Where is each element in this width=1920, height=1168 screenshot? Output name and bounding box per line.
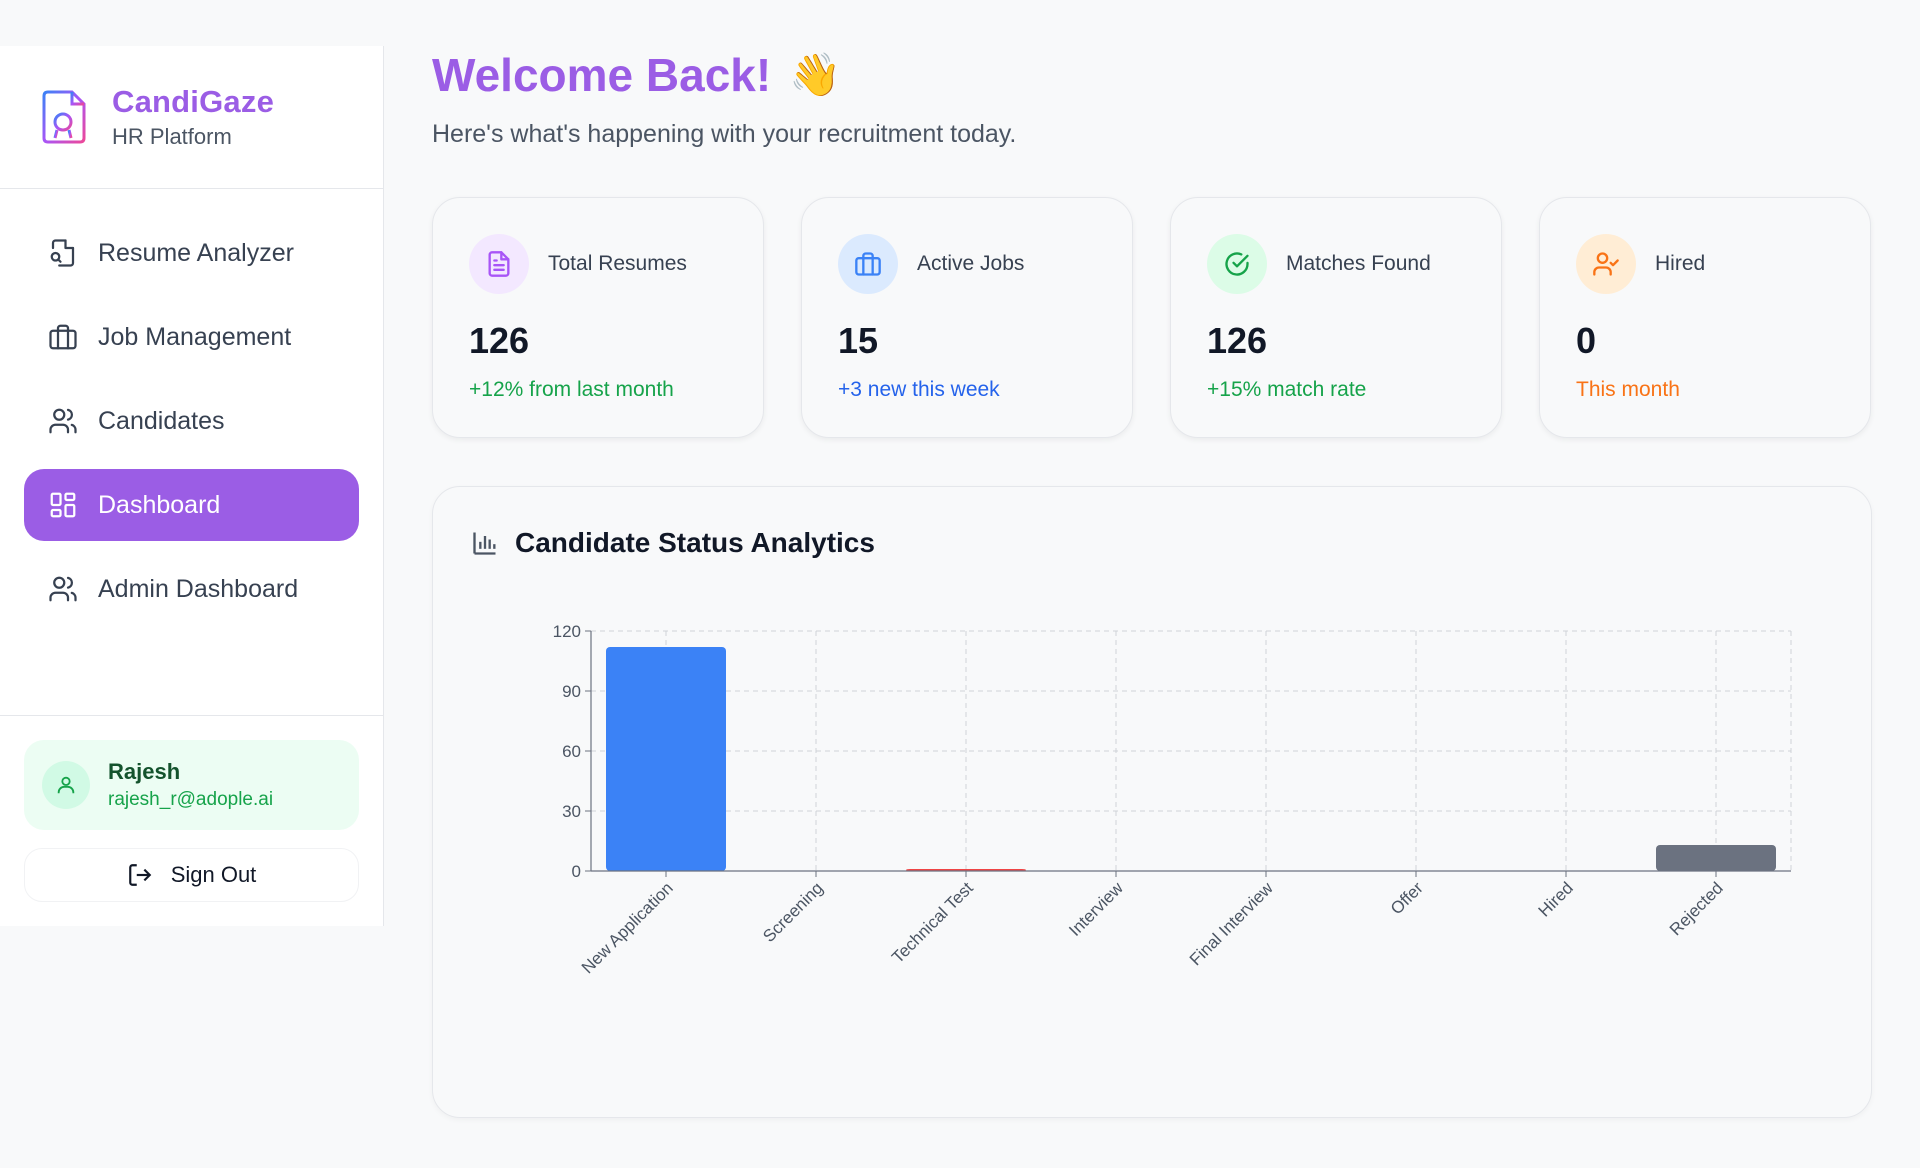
stats-row: Total Resumes 126 +12% from last month A… bbox=[432, 197, 1872, 438]
check-circle-icon bbox=[1225, 252, 1249, 276]
user-check-icon bbox=[1593, 252, 1619, 276]
y-tick-label: 120 bbox=[553, 622, 581, 641]
x-tick-label: Screening bbox=[759, 878, 827, 946]
logo-icon bbox=[42, 90, 86, 144]
welcome-header: Welcome Back! 👋 bbox=[432, 46, 1872, 104]
x-tick-label: Final Interview bbox=[1186, 878, 1277, 969]
stat-card-active-jobs: Active Jobs 15 +3 new this week bbox=[801, 197, 1133, 438]
sidebar-item-label: Dashboard bbox=[98, 490, 221, 519]
stat-value: 15 bbox=[838, 320, 879, 361]
sidebar-item-label: Candidates bbox=[98, 406, 225, 435]
sidebar: CandiGaze HR Platform Resume Analyzer Jo… bbox=[0, 46, 384, 926]
chart-card: Candidate Status Analytics 0 30 60 90 120 New… bbox=[432, 486, 1872, 1118]
sidebar-item-job-management[interactable]: Job Management bbox=[24, 301, 359, 373]
stat-card-matches-found: Matches Found 126 +15% match rate bbox=[1170, 197, 1502, 438]
user-name: Rajesh bbox=[108, 759, 181, 784]
sidebar-item-candidates[interactable]: Candidates bbox=[24, 385, 359, 457]
x-tick-label: New Application bbox=[578, 878, 677, 977]
dashboard-icon bbox=[50, 492, 76, 518]
avatar bbox=[42, 761, 90, 809]
x-tick-label: Offer bbox=[1387, 878, 1427, 918]
user-email: rajesh_r@adople.ai bbox=[108, 789, 274, 810]
y-tick-label: 90 bbox=[562, 682, 581, 701]
stat-value: 126 bbox=[469, 320, 530, 361]
sidebar-item-label: Resume Analyzer bbox=[98, 238, 294, 267]
y-tick-label: 60 bbox=[562, 742, 581, 761]
stat-card-hired: Hired 0 This month bbox=[1539, 197, 1871, 438]
sidebar-item-admin-dashboard[interactable]: Admin Dashboard bbox=[24, 553, 359, 625]
chart-bar bbox=[606, 647, 726, 871]
stat-note: +3 new this week bbox=[838, 378, 1000, 401]
user-card: Rajesh rajesh_r@adople.ai bbox=[24, 740, 359, 830]
stat-label: Total Resumes bbox=[548, 252, 687, 275]
briefcase-icon bbox=[855, 252, 881, 276]
sidebar-footer: Rajesh rajesh_r@adople.ai Sign Out bbox=[0, 715, 383, 926]
stat-value: 0 bbox=[1576, 320, 1597, 361]
x-tick-label: Hired bbox=[1535, 878, 1577, 920]
file-text-icon bbox=[488, 251, 510, 277]
x-tick-label: Interview bbox=[1065, 878, 1127, 940]
sidebar-item-dashboard[interactable]: Dashboard bbox=[24, 469, 359, 541]
stat-note: +15% match rate bbox=[1207, 378, 1367, 401]
stat-icon-wrap bbox=[1207, 234, 1267, 294]
main-content: Welcome Back! 👋 Here's what's happening … bbox=[432, 46, 1872, 1118]
stat-card-total-resumes: Total Resumes 126 +12% from last month bbox=[432, 197, 764, 438]
wave-emoji: 👋 bbox=[789, 50, 842, 98]
page-title: Welcome Back! bbox=[432, 49, 772, 101]
file-search-icon bbox=[50, 239, 75, 267]
bar-chart: 0 30 60 90 120 New Application Screening Techni… bbox=[553, 622, 1792, 977]
chart-bar bbox=[1656, 845, 1776, 871]
brand-text: CandiGaze HR Platform bbox=[112, 84, 274, 150]
sidebar-item-label: Admin Dashboard bbox=[98, 574, 299, 603]
brand-title: CandiGaze bbox=[112, 84, 275, 119]
stat-icon-wrap bbox=[469, 234, 529, 294]
stat-note: +12% from last month bbox=[469, 378, 674, 401]
briefcase-icon bbox=[49, 324, 77, 350]
users-icon bbox=[49, 576, 77, 602]
stat-label: Hired bbox=[1655, 252, 1706, 275]
sign-out-button[interactable]: Sign Out bbox=[24, 848, 359, 902]
y-tick-label: 30 bbox=[562, 802, 581, 821]
x-tick-label: Technical Test bbox=[888, 878, 977, 967]
sign-out-label: Sign Out bbox=[170, 862, 257, 887]
page-subtitle: Here's what's happening with your recrui… bbox=[432, 120, 1017, 148]
sidebar-item-resume-analyzer[interactable]: Resume Analyzer bbox=[24, 217, 359, 289]
stat-label: Matches Found bbox=[1286, 252, 1431, 275]
users-icon bbox=[49, 408, 77, 434]
stat-note: This month bbox=[1576, 378, 1680, 401]
x-tick-label: Rejected bbox=[1666, 878, 1727, 939]
brand: CandiGaze HR Platform bbox=[0, 46, 383, 189]
sidebar-nav: Resume Analyzer Job Management Candidate… bbox=[0, 189, 383, 625]
y-tick-label: 0 bbox=[572, 862, 581, 881]
stat-label: Active Jobs bbox=[917, 252, 1025, 275]
stat-value: 126 bbox=[1207, 320, 1268, 361]
sign-out-icon bbox=[128, 864, 151, 886]
user-info: Rajesh rajesh_r@adople.ai bbox=[108, 759, 273, 811]
user-icon bbox=[57, 776, 75, 794]
sidebar-item-label: Job Management bbox=[98, 322, 292, 351]
stat-icon-wrap bbox=[1576, 234, 1636, 294]
stat-icon-wrap bbox=[838, 234, 898, 294]
brand-subtitle: HR Platform bbox=[112, 124, 232, 149]
